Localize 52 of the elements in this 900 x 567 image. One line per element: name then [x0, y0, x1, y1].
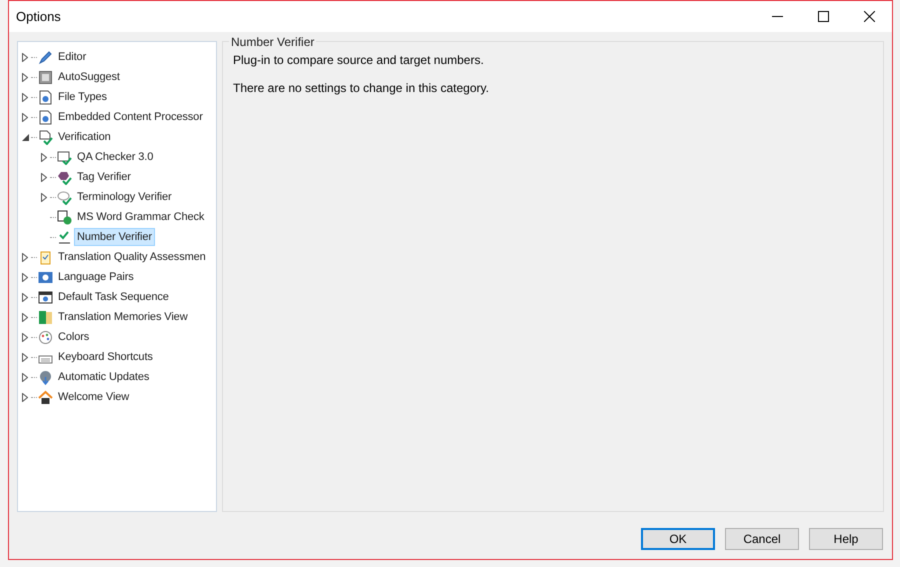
tree-item[interactable]: Default Task Sequence: [55, 288, 172, 306]
expand-arrow[interactable]: [20, 391, 30, 403]
expand-arrow[interactable]: [39, 191, 49, 203]
window-title: Options: [16, 9, 62, 24]
minimize-icon: [772, 16, 782, 17]
tag-check-icon: [57, 170, 72, 184]
home-icon: [38, 390, 53, 404]
expand-arrow[interactable]: [20, 271, 30, 283]
expand-arrow[interactable]: [20, 291, 30, 303]
expand-arrow[interactable]: [20, 371, 30, 383]
tree-item[interactable]: Editor: [55, 48, 90, 66]
expand-arrow[interactable]: [39, 171, 49, 183]
expand-arrow[interactable]: [20, 351, 30, 363]
tree-item[interactable]: Welcome View: [55, 388, 132, 406]
tree-item[interactable]: Translation Memories View: [55, 308, 191, 326]
dialog-button[interactable]: OK: [641, 528, 715, 550]
grammar-check-icon: [57, 210, 72, 224]
description-text: Plug-in to compare source and target numbers.: [233, 53, 485, 67]
maximize-icon: [818, 11, 828, 22]
close-icon: [864, 11, 874, 22]
tree-item[interactable]: Tag Verifier: [74, 168, 134, 186]
dialog-button[interactable]: Cancel: [725, 528, 799, 550]
tree-item[interactable]: Verification: [55, 128, 114, 146]
tree-item[interactable]: Automatic Updates: [55, 368, 152, 386]
expand-arrow[interactable]: [20, 251, 30, 263]
checked-document-icon: [38, 130, 53, 144]
tree-item[interactable]: Number Verifier: [74, 228, 155, 246]
group-title: Number Verifier: [229, 35, 316, 49]
description-text: There are no settings to change in this category.: [233, 81, 490, 95]
tree-item[interactable]: File Types: [55, 88, 110, 106]
tree-item[interactable]: AutoSuggest: [55, 68, 123, 86]
tree-item[interactable]: Translation Quality Assessmen: [55, 248, 209, 266]
expand-arrow[interactable]: [20, 51, 30, 63]
tree-item[interactable]: Keyboard Shortcuts: [55, 348, 156, 366]
checked-window-icon: [57, 150, 72, 164]
expand-arrow[interactable]: [20, 331, 30, 343]
expand-arrow[interactable]: [20, 71, 30, 83]
panel-icon: [38, 70, 53, 84]
tree-item[interactable]: MS Word Grammar Check: [74, 208, 208, 226]
expand-arrow[interactable]: [20, 111, 30, 123]
tree-item[interactable]: Embedded Content Processor: [55, 108, 206, 126]
clipboard-icon: [38, 250, 53, 264]
palette-icon: [38, 330, 53, 344]
tree-item[interactable]: Colors: [55, 328, 92, 346]
tree-item[interactable]: QA Checker 3.0: [74, 148, 156, 166]
expand-arrow[interactable]: [39, 151, 49, 163]
tree-item[interactable]: Language Pairs: [55, 268, 137, 286]
pencil-icon: [38, 50, 53, 64]
expand-arrow[interactable]: [20, 91, 30, 103]
expand-arrow[interactable]: [20, 311, 30, 323]
dialog-button[interactable]: Help: [809, 528, 883, 550]
tree-item[interactable]: Terminology Verifier: [74, 188, 175, 206]
